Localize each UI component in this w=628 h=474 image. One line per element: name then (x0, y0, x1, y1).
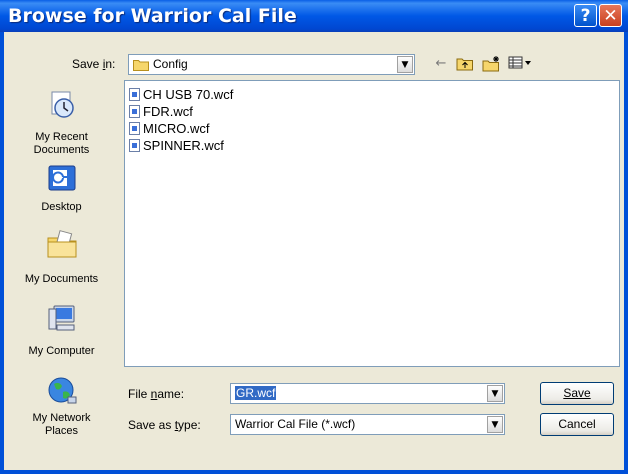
network-places-icon (48, 377, 77, 404)
file-name-label: File name: (128, 387, 185, 401)
save-button-label: Save (563, 386, 591, 400)
file-name: MICRO.wcf (143, 121, 210, 136)
file-icon (129, 139, 140, 152)
place-label-desktop: Desktop (41, 201, 82, 213)
file-name: FDR.wcf (143, 104, 193, 119)
file-icon (129, 105, 140, 118)
back-icon[interactable]: ← (432, 56, 450, 72)
desktop-icon (48, 165, 76, 191)
place-desktop[interactable]: Desktop (5, 163, 118, 213)
save-type-value: Warrior Cal File (*.wcf) (235, 417, 356, 431)
file-name-dropdown-button[interactable]: ▼ (487, 385, 503, 402)
place-network[interactable]: My Network Places (5, 375, 118, 447)
window-frame-left (0, 32, 4, 474)
folder-icon (133, 60, 149, 71)
save-in-combo[interactable]: Config ▼ (128, 54, 415, 75)
place-label-network-text: My Network Places (32, 412, 91, 437)
my-documents-icon (47, 230, 77, 258)
place-label-recent: My Recent Documents (5, 131, 118, 157)
place-my-computer[interactable]: My Computer (5, 303, 118, 361)
my-computer-icon (48, 305, 75, 331)
place-label-recent-text: My Recent Documents (33, 131, 90, 156)
place-label-network: My Network Places (5, 412, 118, 438)
cancel-button[interactable]: Cancel (540, 413, 614, 436)
place-label-my-documents: My Documents (24, 273, 99, 285)
save-in-label: Save in: (72, 57, 116, 71)
views-menu-icon[interactable] (508, 56, 534, 72)
save-in-dropdown-button[interactable]: ▼ (397, 56, 413, 73)
recent-documents-icon (51, 91, 74, 118)
window-title: Browse for Warrior Cal File (8, 5, 297, 27)
up-folder-icon[interactable] (456, 56, 474, 72)
file-name-value[interactable]: GR.wcf (235, 386, 277, 400)
file-name: CH USB 70.wcf (143, 87, 234, 102)
file-icon (129, 88, 140, 101)
file-icon (129, 122, 140, 135)
new-folder-icon[interactable] (482, 56, 500, 72)
places-bar: My Recent Documents Desktop My Documents (5, 80, 118, 464)
place-my-documents[interactable]: My Documents (5, 228, 118, 288)
title-bar[interactable]: Browse for Warrior Cal File ? ✕ (0, 0, 628, 32)
close-button[interactable]: ✕ (599, 4, 622, 27)
file-list[interactable]: CH USB 70.wcf FDR.wcf MICRO.wcf SPINNER.… (124, 80, 620, 367)
save-type-select[interactable]: Warrior Cal File (*.wcf) ▼ (230, 414, 505, 435)
save-type-label: Save as type: (128, 418, 201, 432)
window-frame-right (624, 32, 628, 474)
save-in-value: Config (153, 57, 188, 71)
save-type-dropdown-button[interactable]: ▼ (487, 416, 503, 433)
place-recent-documents[interactable]: My Recent Documents (5, 88, 118, 157)
file-name: SPINNER.wcf (143, 138, 224, 153)
help-button[interactable]: ? (574, 4, 597, 27)
save-button[interactable]: Save (540, 382, 614, 405)
file-name-field[interactable]: GR.wcf ▼ (230, 383, 505, 404)
file-name-value-wrap: GR.wcf (235, 386, 277, 400)
place-label-my-computer: My Computer (28, 345, 95, 357)
save-dialog: Browse for Warrior Cal File ? ✕ Save in:… (0, 0, 628, 474)
window-frame-bottom (0, 470, 628, 474)
